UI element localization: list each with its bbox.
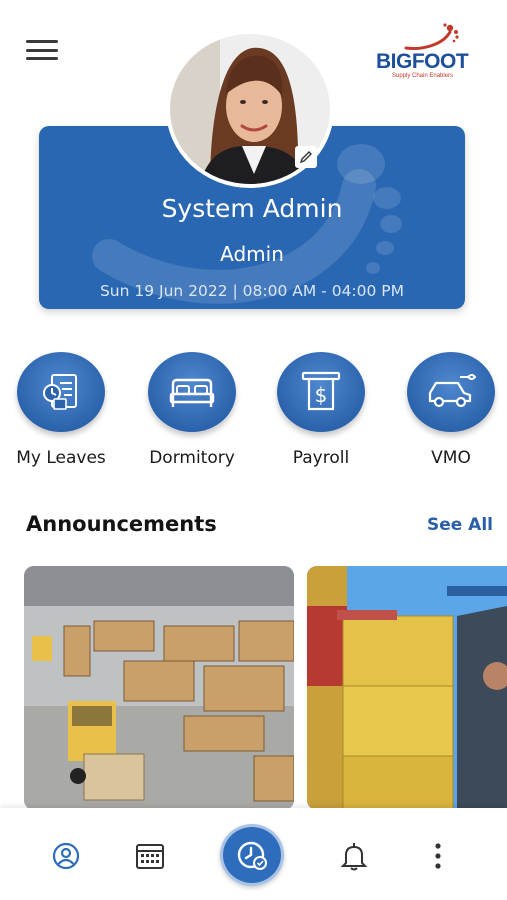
quick-action-label: Dormitory xyxy=(149,448,235,468)
menu-bar xyxy=(26,48,58,52)
announcement-card[interactable] xyxy=(24,566,294,810)
profile-icon[interactable] xyxy=(48,838,84,874)
warehouse-image xyxy=(24,566,294,810)
car-service-icon xyxy=(407,352,495,432)
footprint-logo-mark xyxy=(404,23,459,50)
menu-bar xyxy=(26,40,58,43)
announcements-title: Announcements xyxy=(26,512,217,536)
leave-calendar-icon xyxy=(17,352,105,432)
attendance-clock-button[interactable] xyxy=(220,824,284,886)
dollar-document-icon: $ xyxy=(277,352,365,432)
profile-role: Admin xyxy=(220,242,284,266)
quick-action-my-leaves[interactable]: My Leaves xyxy=(0,352,126,468)
profile-name: System Admin xyxy=(161,194,343,223)
quick-action-label: VMO xyxy=(431,448,471,468)
brand-logo: BIGFOOT Supply Chain Enablers xyxy=(372,20,484,82)
svg-text:$: $ xyxy=(315,383,328,407)
brand-name: BIGFOOT xyxy=(376,50,469,73)
announcement-card[interactable] xyxy=(307,566,507,810)
quick-actions: My Leaves Dormitory $ Payroll VMO xyxy=(0,352,507,472)
shipping-containers-image xyxy=(307,566,507,810)
bottom-navigation xyxy=(0,808,507,900)
quick-action-label: My Leaves xyxy=(16,448,106,468)
pencil-icon xyxy=(299,151,312,164)
quick-action-payroll[interactable]: $ Payroll xyxy=(256,352,386,468)
see-all-link[interactable]: See All xyxy=(427,515,493,535)
brand-tagline: Supply Chain Enablers xyxy=(392,73,454,79)
menu-bar xyxy=(26,57,58,60)
hamburger-menu-icon[interactable] xyxy=(26,40,58,60)
more-vertical-icon[interactable] xyxy=(420,838,456,874)
shift-schedule: Sun 19 Jun 2022 | 08:00 AM - 04:00 PM xyxy=(99,282,405,300)
quick-action-label: Payroll xyxy=(292,448,350,468)
quick-action-vmo[interactable]: VMO xyxy=(386,352,507,468)
edit-profile-button[interactable] xyxy=(295,146,317,168)
calendar-icon[interactable] xyxy=(132,838,168,874)
bed-icon xyxy=(148,352,236,432)
attendance-clock-icon xyxy=(237,841,267,870)
bell-icon[interactable] xyxy=(336,838,372,874)
quick-action-dormitory[interactable]: Dormitory xyxy=(127,352,257,468)
